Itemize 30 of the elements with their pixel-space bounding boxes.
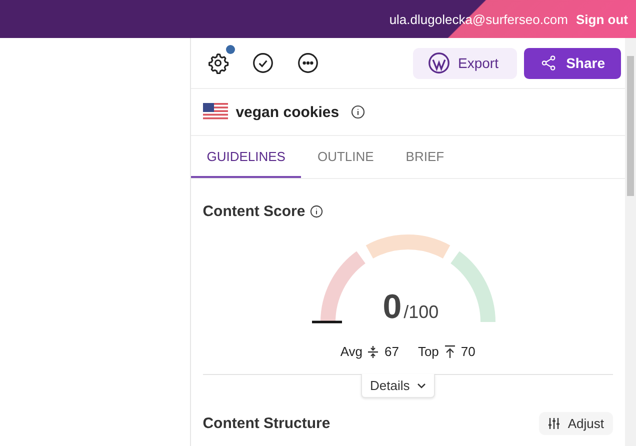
- info-icon[interactable]: [310, 205, 324, 218]
- score-max: /100: [404, 302, 439, 323]
- details-button[interactable]: Details: [360, 374, 435, 398]
- score-value: 0: [382, 288, 402, 327]
- info-icon[interactable]: [351, 105, 366, 119]
- tab[interactable]: OUTLINE: [301, 136, 390, 178]
- scrollbar[interactable]: [625, 38, 636, 446]
- share-icon: [540, 53, 558, 73]
- top-value: 70: [460, 344, 476, 359]
- top-label: Top: [418, 344, 439, 359]
- more-icon[interactable]: [296, 52, 319, 74]
- adjust-button[interactable]: Adjust: [538, 412, 614, 435]
- check-circle-icon[interactable]: [252, 52, 274, 74]
- avg-label: Avg: [340, 344, 362, 359]
- tab[interactable]: GUIDELINES: [190, 136, 302, 178]
- tab[interactable]: BRIEF: [390, 136, 460, 178]
- avg-value: 67: [384, 344, 399, 359]
- section-title: Content Structure: [202, 415, 330, 432]
- keyword-title: vegan cookies: [236, 104, 340, 120]
- wordpress-icon: [428, 52, 450, 74]
- average-icon: [367, 344, 380, 358]
- chevron-down-icon: [416, 382, 426, 388]
- export-button[interactable]: Export: [413, 48, 518, 78]
- share-button[interactable]: Share: [524, 48, 622, 78]
- settings-icon[interactable]: [206, 52, 229, 74]
- section-title: Content Score: [202, 203, 306, 220]
- us-flag-icon: [202, 103, 228, 121]
- gauge-needle: [312, 320, 342, 324]
- sliders-icon: [548, 418, 560, 429]
- arrow-up-icon: [444, 344, 456, 358]
